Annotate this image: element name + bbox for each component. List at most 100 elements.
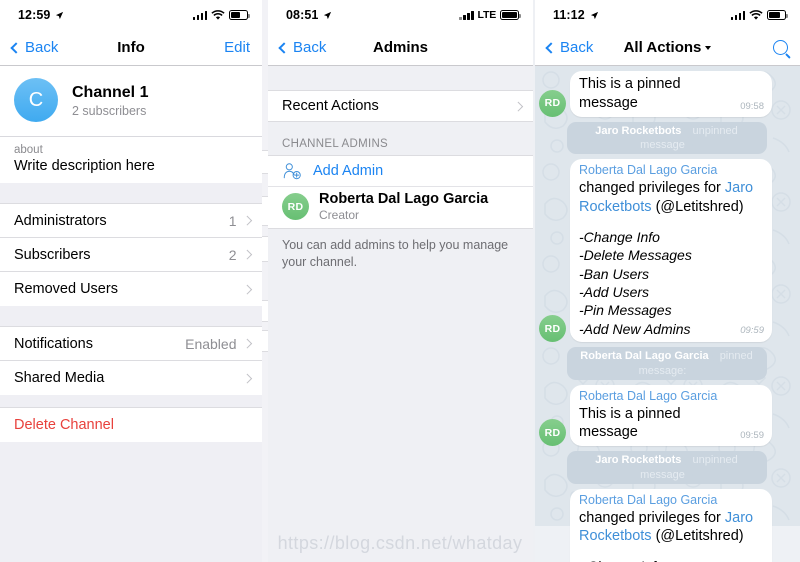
panel-channel-info: 12:59 Back Info Edit C Channel 1 2 subsc… <box>0 0 262 562</box>
channel-name: Channel 1 <box>72 83 149 101</box>
channel-header-card[interactable]: C Channel 1 2 subscribers <box>0 66 262 136</box>
row-value: 2 <box>228 246 237 263</box>
panel-admins: 08:51 LTE Back Admins Recent Actions CHA… <box>268 0 533 562</box>
row-value: Enabled <box>185 335 237 352</box>
chevron-left-icon <box>545 41 557 54</box>
user-handle: (@Letitshred) <box>651 198 744 215</box>
row-admin-creator[interactable]: RD Roberta Dal Lago Garcia Creator <box>268 186 533 230</box>
chevron-right-icon <box>242 249 252 260</box>
message-author: Roberta Dal Lago Garcia <box>579 163 718 178</box>
privilege-item: -Pin Messages <box>579 302 672 319</box>
chevron-right-icon <box>242 373 252 383</box>
add-admin-label: Add Admin <box>313 163 384 179</box>
message-row: RD Roberta Dal Lago Garcia changed privi… <box>539 488 794 562</box>
service-actor: Jaro Rocketbots <box>595 454 682 467</box>
row-add-admin[interactable]: Add Admin <box>268 155 533 186</box>
privilege-item: -Delete Messages <box>579 247 692 264</box>
privilege-item: -Ban Users <box>579 265 650 282</box>
status-time: 08:51 <box>286 8 319 22</box>
location-arrow-icon <box>324 11 332 19</box>
nav-bar-left: Back Info Edit <box>0 30 262 66</box>
row-label: Removed Users <box>14 281 118 297</box>
row-shared-media[interactable]: Shared Media <box>0 361 262 395</box>
message-text: changed privileges for Jaro Rocketbots (… <box>579 509 764 547</box>
settings-group: Notifications Enabled Shared Media <box>0 326 262 395</box>
cellular-bars-icon <box>730 10 745 20</box>
message-list: RD This is a pinned message 09:58 Jaro R… <box>535 71 800 562</box>
admins-footnote: You can add admins to help you manage yo… <box>282 238 509 270</box>
nav-bar-middle: Back Admins <box>268 30 533 66</box>
chevron-right-icon <box>242 338 252 349</box>
service-message: Jaro Rocketbots unpinned message <box>539 451 794 484</box>
admin-name: Roberta Dal Lago Garcia <box>319 191 489 207</box>
danger-group: Delete Channel <box>0 407 262 442</box>
status-right-group: LTE <box>459 9 522 21</box>
admin-role: Creator <box>319 208 360 223</box>
row-notifications[interactable]: Notifications Enabled <box>0 327 262 361</box>
cellular-bars-icon <box>459 10 474 20</box>
chevron-left-icon <box>10 41 22 54</box>
back-button[interactable]: Back <box>278 39 327 56</box>
back-label: Back <box>560 39 594 56</box>
row-recent-actions[interactable]: Recent Actions <box>268 90 533 122</box>
message-row: RD Roberta Dal Lago Garcia changed privi… <box>539 159 794 343</box>
status-bar-left: 12:59 <box>0 0 262 30</box>
message-bubble[interactable]: Roberta Dal Lago Garcia This is a pinned… <box>570 385 772 447</box>
message-time: 09:58 <box>740 100 764 112</box>
row-administrators[interactable]: Administrators 1 <box>0 204 262 238</box>
service-actor: Roberta Dal Lago Garcia <box>580 350 709 363</box>
privilege-item: -Add Users <box>579 284 650 300</box>
status-time: 11:12 <box>553 8 585 22</box>
privileges-list: -Change Info -Delete Messages -Ban Users… <box>579 228 764 339</box>
chevron-right-icon <box>242 215 252 226</box>
back-label: Back <box>293 39 327 56</box>
chevron-right-icon <box>242 284 252 294</box>
status-time: 12:59 <box>18 8 51 22</box>
message-bubble[interactable]: Roberta Dal Lago Garcia changed privileg… <box>570 159 772 343</box>
chevron-down-icon <box>705 46 712 51</box>
row-delete-channel[interactable]: Delete Channel <box>0 408 262 442</box>
message-row: RD This is a pinned message 09:58 <box>539 71 794 117</box>
back-label: Back <box>25 39 59 56</box>
message-author: Roberta Dal Lago Garcia <box>579 389 718 403</box>
row-label: Subscribers <box>14 246 91 263</box>
back-button[interactable]: Back <box>10 39 59 56</box>
location-arrow-icon <box>56 11 64 19</box>
location-arrow-icon <box>590 11 598 19</box>
avatar: RD <box>282 193 309 221</box>
channel-info-body: C Channel 1 2 subscribers about Write de… <box>0 66 262 562</box>
members-group: Administrators 1 Subscribers 2 Removed U… <box>0 203 262 306</box>
filter-label: All Actions <box>623 39 702 56</box>
search-icon[interactable] <box>773 40 788 55</box>
text-prefix: changed privileges for <box>579 509 725 526</box>
message-author: Roberta Dal Lago Garcia <box>579 492 718 507</box>
admins-body: Recent Actions CHANNEL ADMINS Add Admin … <box>268 66 533 562</box>
back-button[interactable]: Back <box>545 39 594 56</box>
message-bubble[interactable]: Roberta Dal Lago Garcia changed privileg… <box>570 488 772 562</box>
message-bubble[interactable]: This is a pinned message 09:58 <box>570 71 772 117</box>
message-text: This is a pinned message <box>579 405 681 441</box>
channel-subscribers: 2 subscribers <box>72 103 147 118</box>
chat-scroll-area[interactable]: RD This is a pinned message 09:58 Jaro R… <box>535 66 800 562</box>
panel-recent-actions-chat: 11:12 Back All Actions RD This is a pinn… <box>535 0 800 562</box>
wifi-icon <box>749 9 763 20</box>
row-removed-users[interactable]: Removed Users <box>0 272 262 306</box>
message-text: This is a pinned message <box>579 76 681 111</box>
add-person-icon <box>283 163 301 180</box>
text-prefix: changed privileges for <box>579 179 725 196</box>
row-subscribers[interactable]: Subscribers 2 <box>0 238 262 272</box>
status-left-group: 11:12 <box>553 8 599 22</box>
service-message: Roberta Dal Lago Garcia pinned message: <box>539 347 794 380</box>
channel-avatar: C <box>14 78 58 122</box>
about-block[interactable]: about Write description here <box>0 136 262 183</box>
edit-button[interactable]: Edit <box>224 39 250 56</box>
message-time: 09:59 <box>740 324 764 336</box>
three-phone-screenshot-composite: 12:59 Back Info Edit C Channel 1 2 subsc… <box>0 0 800 562</box>
status-bar-middle: 08:51 LTE <box>268 0 533 30</box>
about-label: about <box>14 144 43 156</box>
section-caption-channel-admins: CHANNEL ADMINS <box>282 138 389 150</box>
privilege-item: -Change Info <box>579 228 660 245</box>
avatar: RD <box>539 315 566 343</box>
row-label: Shared Media <box>14 370 105 386</box>
